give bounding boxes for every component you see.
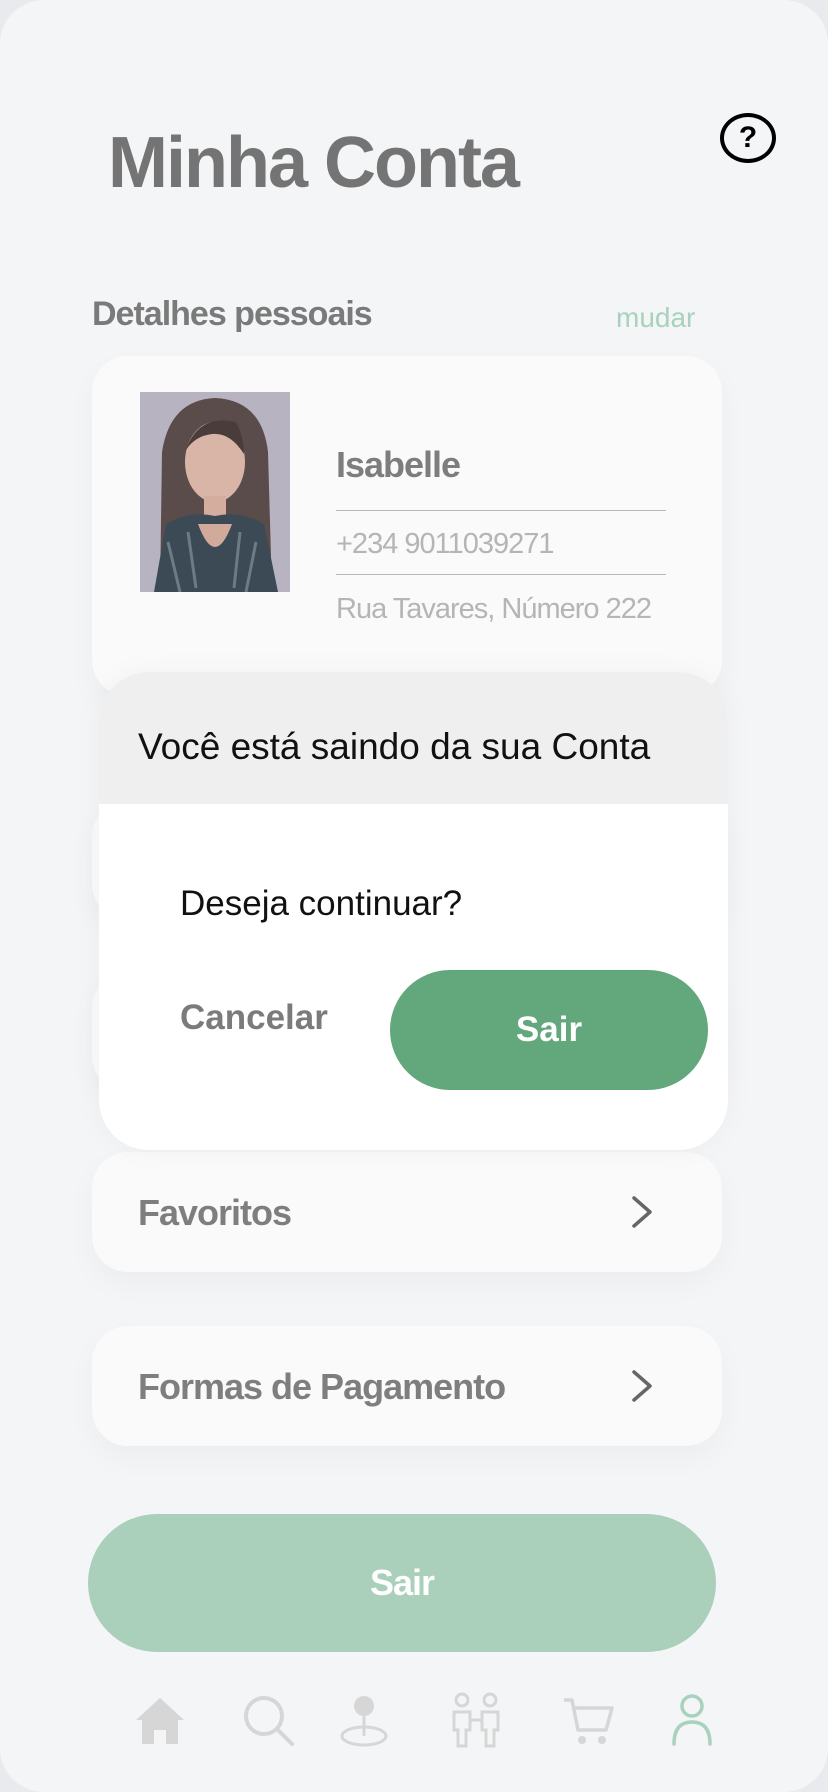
profile-icon[interactable] [668,1692,724,1748]
logout-button[interactable]: Sair [88,1514,716,1652]
chevron-right-icon [632,1196,652,1228]
dialog-title: Você está saindo da sua Conta [138,726,651,767]
people-icon[interactable] [448,1692,504,1748]
chevron-right-icon [632,1370,652,1402]
personal-details-label: Detalhes pessoais [92,295,373,333]
cancel-button[interactable]: Cancelar [180,998,328,1038]
profile-phone: +234 9011039271 [336,528,555,560]
menu-item-payment-methods[interactable]: Formas de Pagamento [92,1326,722,1446]
profile-name: Isabelle [336,444,461,485]
dialog-header: Você está saindo da sua Conta [99,672,728,804]
divider [336,510,666,511]
avatar [140,392,290,592]
home-icon[interactable] [132,1692,188,1748]
page-title: Minha Conta [108,123,520,203]
help-icon[interactable]: ? [720,113,776,163]
logout-confirm-dialog: Você está saindo da sua Conta Deseja con… [99,672,728,1150]
change-link[interactable]: mudar [616,302,695,334]
search-icon[interactable] [240,1692,296,1748]
account-screen: ? Minha Conta Detalhes pessoais mudar Is… [0,0,828,1792]
menu-item-favorites[interactable]: Favoritos [92,1152,722,1272]
confirm-logout-button[interactable]: Sair [390,970,708,1090]
menu-item-label: Favoritos [138,1192,292,1233]
dialog-question: Deseja continuar? [180,884,463,923]
profile-address: Rua Tavares, Número 222 [336,593,652,625]
menu-item-label: Formas de Pagamento [138,1366,506,1407]
divider [336,574,666,575]
cart-icon[interactable] [560,1692,616,1748]
location-pin-icon[interactable] [336,1692,392,1748]
